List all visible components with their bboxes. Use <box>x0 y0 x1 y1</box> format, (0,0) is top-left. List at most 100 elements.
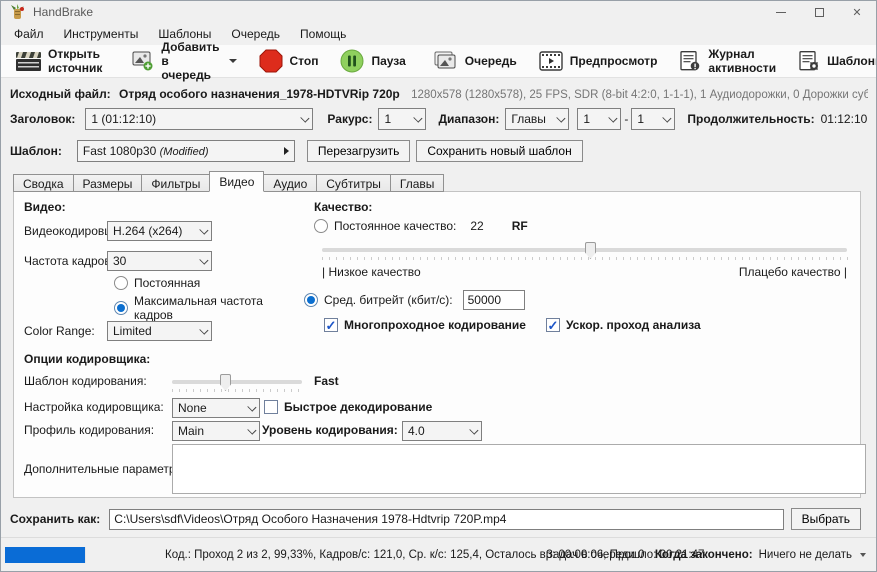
preset-dropdown[interactable]: Fast 1080p30 (Modified) <box>77 140 295 162</box>
preset-value: Fast 1080p30 <box>83 144 156 158</box>
minimize-button[interactable] <box>762 1 800 23</box>
tab-audio[interactable]: Аудио <box>263 174 317 192</box>
queue-label: Очередь <box>465 54 517 68</box>
chevron-down-icon <box>229 59 237 63</box>
status-bar: Код.: Проход 2 из 2, 99,33%, Кадров/с: 1… <box>1 537 876 571</box>
duration-value: 01:12:10 <box>821 112 868 126</box>
title-select[interactable]: 1 (01:12:10) <box>85 108 313 130</box>
encoder-profile-select[interactable]: Main <box>172 421 260 441</box>
range-dash: - <box>624 112 628 126</box>
arrow-right-icon <box>284 147 289 155</box>
source-info: Исходный файл: Отряд особого назначения_… <box>10 87 868 101</box>
video-tab-panel: Видео: Видеокодировщик H.264 (x264) Част… <box>13 191 861 498</box>
tab-subtitles[interactable]: Субтитры <box>316 174 391 192</box>
constant-quality-radio[interactable] <box>314 219 328 233</box>
presets-icon <box>798 51 820 71</box>
multipass-checkbox[interactable] <box>324 318 338 332</box>
constant-framerate-radio[interactable] <box>114 276 128 290</box>
tab-dimensions[interactable]: Размеры <box>73 174 143 192</box>
chevron-down-icon <box>609 113 618 122</box>
avg-bitrate-radio[interactable] <box>304 293 318 307</box>
quality-slider-track[interactable] <box>322 248 847 252</box>
menu-help[interactable]: Помощь <box>290 24 356 44</box>
open-source-label: Открыть источник <box>48 47 102 75</box>
save-as-label: Сохранить как: <box>10 512 100 526</box>
presets-label: Шаблоны <box>827 54 877 68</box>
activity-log-button[interactable]: Журнал активности <box>668 46 787 76</box>
encoder-options-header: Опции кодировщика: <box>24 352 150 366</box>
tab-summary[interactable]: Сводка <box>13 174 74 192</box>
menu-file[interactable]: Файл <box>4 24 54 44</box>
range-type-select[interactable]: Главы <box>505 108 569 130</box>
color-range-select[interactable]: Limited <box>107 321 212 341</box>
title-bar: HandBrake <box>1 1 876 23</box>
stop-button[interactable]: Стоп <box>248 46 330 76</box>
extra-options-textarea[interactable] <box>172 444 866 494</box>
encode-progress-bar <box>5 547 86 563</box>
chevron-down-icon <box>557 113 566 122</box>
close-button[interactable] <box>838 1 876 23</box>
turbo-analysis-checkbox[interactable] <box>546 318 560 332</box>
preview-label: Предпросмотр <box>570 54 658 68</box>
video-encoder-select[interactable]: H.264 (x264) <box>107 221 212 241</box>
tab-filters[interactable]: Фильтры <box>141 174 210 192</box>
save-as-path-input[interactable] <box>109 509 783 530</box>
close-icon <box>852 5 861 19</box>
maximize-button[interactable] <box>800 1 838 23</box>
open-source-button[interactable]: Открыть источник <box>5 46 113 76</box>
tab-strip: Сводка Размеры Фильтры Видео Аудио Субти… <box>13 171 443 192</box>
angle-label: Ракурс: <box>327 112 372 126</box>
encoder-preset-slider-track[interactable] <box>172 380 302 384</box>
add-to-queue-button[interactable]: Добавить в очередь <box>119 46 247 76</box>
framerate-select[interactable]: 30 <box>107 251 212 271</box>
angle-select[interactable]: 1 <box>378 108 426 130</box>
encoder-tune-select[interactable]: None <box>172 398 260 418</box>
color-range-label: Color Range: <box>24 324 107 338</box>
preview-button[interactable]: Предпросмотр <box>528 46 669 76</box>
framerate-label: Частота кадров (FP <box>24 254 107 268</box>
stop-icon <box>259 49 283 73</box>
range-to-select[interactable]: 1 <box>631 108 675 130</box>
tab-video[interactable]: Видео <box>209 171 264 192</box>
maximize-icon <box>815 8 824 17</box>
title-range-row: Заголовок: 1 (01:12:10) Ракурс: 1 Диапаз… <box>10 108 867 130</box>
range-from-select[interactable]: 1 <box>577 108 621 130</box>
peak-framerate-radio[interactable] <box>114 301 128 315</box>
menu-tools[interactable]: Инструменты <box>54 24 149 44</box>
encoder-level-label: Уровень кодирования: <box>262 423 398 437</box>
browse-button[interactable]: Выбрать <box>791 508 861 530</box>
constant-quality-label: Постоянное качество: <box>334 219 456 233</box>
presets-button[interactable]: Шаблоны <box>787 46 877 76</box>
avg-bitrate-input[interactable] <box>463 290 525 310</box>
chevron-down-icon <box>199 325 208 334</box>
save-new-preset-button[interactable]: Сохранить новый шаблон <box>416 140 582 162</box>
encoder-preset-slider-ticks <box>172 389 303 392</box>
video-section-header: Видео: <box>24 200 66 214</box>
tab-chapters[interactable]: Главы <box>390 174 445 192</box>
chevron-down-icon <box>663 113 672 122</box>
chevron-down-icon <box>301 113 310 122</box>
preview-icon <box>539 51 563 71</box>
video-encoder-label: Видеокодировщик <box>24 224 107 238</box>
chevron-down-icon <box>247 425 256 434</box>
encoder-level-select[interactable]: 4.0 <box>402 421 482 441</box>
activity-log-icon <box>679 51 701 71</box>
menu-queue[interactable]: Очередь <box>221 24 290 44</box>
window-title: HandBrake <box>33 5 93 19</box>
quality-section-header: Качество: <box>314 200 372 214</box>
queue-icon <box>434 51 458 71</box>
queue-button[interactable]: Очередь <box>423 46 528 76</box>
when-done-dropdown[interactable]: Ничего не делать <box>759 549 852 561</box>
add-to-queue-icon <box>130 51 154 71</box>
preset-label: Шаблон: <box>10 144 62 158</box>
source-label: Исходный файл: <box>10 87 111 101</box>
reload-preset-button[interactable]: Перезагрузить <box>307 140 410 162</box>
encoder-tune-label: Настройка кодировщика: <box>24 400 164 414</box>
menu-bar: Файл Инструменты Шаблоны Очередь Помощь <box>1 23 876 45</box>
clapperboard-icon <box>16 52 41 71</box>
chevron-down-icon <box>247 402 256 411</box>
pause-icon <box>340 49 364 73</box>
pause-button[interactable]: Пауза <box>329 46 416 76</box>
source-filename: Отряд особого назначения_1978-HDTVRip 72… <box>119 87 400 101</box>
fast-decode-checkbox[interactable] <box>264 400 278 414</box>
